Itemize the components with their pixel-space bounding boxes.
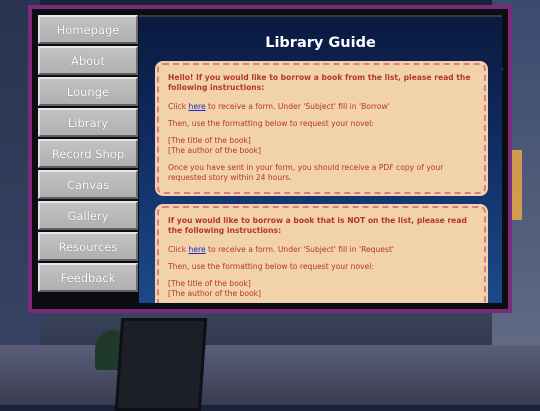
site-frame: Homepage About Lounge Library Record Sho… <box>28 5 512 313</box>
nav-library-button[interactable]: Library <box>38 108 138 137</box>
background-sandwich-board <box>114 318 208 411</box>
page-title: Library Guide <box>265 35 376 51</box>
box-heading: If you would like to borrow a book that … <box>168 216 467 236</box>
format-template: [The title of the book] [The author of th… <box>168 136 262 156</box>
nav-homepage-button[interactable]: Homepage <box>38 15 138 44</box>
format-instruction: Then, use the formatting below to reques… <box>168 262 374 272</box>
nav-gallery-button[interactable]: Gallery <box>38 201 138 230</box>
request-instructions-box: If you would like to borrow a book that … <box>157 206 486 303</box>
borrow-instructions-box: Hello! If you would like to borrow a boo… <box>157 63 486 195</box>
box-heading: Hello! If you would like to borrow a boo… <box>168 73 471 93</box>
nav-record-shop-button[interactable]: Record Shop <box>38 139 138 168</box>
nav-feedback-button[interactable]: Feedback <box>38 263 138 292</box>
borrow-form-link[interactable]: here <box>189 102 206 111</box>
format-template: [The title of the book] [The author of th… <box>168 279 262 299</box>
form-instruction: Click here to receive a form. Under 'Sub… <box>168 102 390 112</box>
form-instruction: Click here to receive a form. Under 'Sub… <box>168 245 395 255</box>
request-form-link[interactable]: here <box>189 245 206 254</box>
content-panel[interactable]: Library Guide Hello! If you would like t… <box>139 15 502 303</box>
nav-resources-button[interactable]: Resources <box>38 232 138 261</box>
format-instruction: Then, use the formatting below to reques… <box>168 119 374 129</box>
sidebar-nav: Homepage About Lounge Library Record Sho… <box>38 15 138 303</box>
closing-note: Once you have sent in your form, you sho… <box>168 163 444 183</box>
site-frame-inner: Homepage About Lounge Library Record Sho… <box>32 9 508 309</box>
nav-about-button[interactable]: About <box>38 46 138 75</box>
nav-canvas-button[interactable]: Canvas <box>38 170 138 199</box>
nav-lounge-button[interactable]: Lounge <box>38 77 138 106</box>
background-street <box>0 345 540 405</box>
